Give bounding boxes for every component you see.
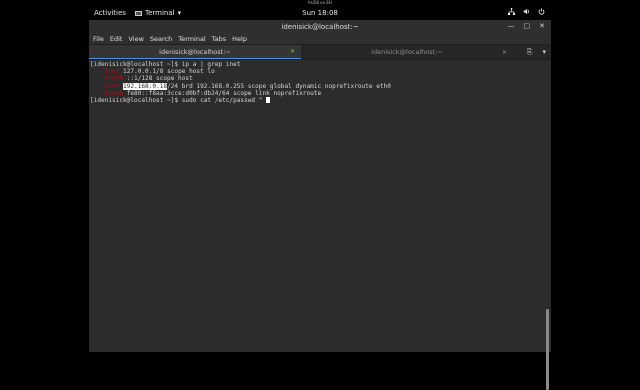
power-icon <box>538 8 545 17</box>
activities-button[interactable]: Activities <box>94 9 126 17</box>
keyword-inet6: inet6 <box>104 75 124 83</box>
terminal-window: idenisick@localhost:~ — ▢ ✕ File Edit Vi… <box>89 20 551 390</box>
tab-bar: idenisick@localhost:~ ✕ idenisick@localh… <box>89 44 551 60</box>
menu-terminal[interactable]: Terminal <box>178 35 205 43</box>
minimize-button[interactable]: — <box>508 22 515 30</box>
menu-search[interactable]: Search <box>150 35 172 43</box>
chevron-down-icon: ▾ <box>177 9 182 17</box>
network-icon <box>508 8 515 17</box>
tab-menu-chevron-icon[interactable]: ▾ <box>542 48 546 56</box>
maximize-button[interactable]: ▢ <box>524 22 531 30</box>
command: ip a | grep inet <box>178 61 241 68</box>
keyword-inet6: inet6 <box>104 89 124 97</box>
output-text: ::1/128 scope host <box>123 75 193 83</box>
menu-tabs[interactable]: Tabs <box>212 35 226 43</box>
terminal-line: inet6 ::1/128 scope host <box>90 75 551 82</box>
terminal-line: [idenisick@localhost ~]$ ip a | grep ine… <box>90 61 551 68</box>
command: sudo cat /etc/passwd " <box>178 97 267 105</box>
tab-2[interactable]: idenisick@localhost:~ ✕ <box>301 45 513 59</box>
app-menu-label: Terminal <box>145 9 175 17</box>
tab-label: idenisick@localhost:~ <box>159 47 231 56</box>
scrollbar[interactable] <box>546 309 549 390</box>
volume-icon <box>523 8 530 17</box>
text-cursor <box>266 97 271 104</box>
terminal-output[interactable]: [idenisick@localhost ~]$ ip a | grep ine… <box>89 60 551 390</box>
output-text: fe80::f8aa:3cce:d0bf:db24/64 scope link … <box>123 89 322 97</box>
tab-close-icon[interactable]: ✕ <box>290 48 295 55</box>
keyword-inet: inet <box>104 82 120 90</box>
clock[interactable]: Sun 18:08 <box>302 9 338 17</box>
menu-view[interactable]: View <box>128 35 143 43</box>
tab-label: idenisick@localhost:~ <box>371 48 443 56</box>
window-titlebar[interactable]: idenisick@localhost:~ — ▢ ✕ <box>89 20 551 33</box>
output-text: 127.0.0.1/8 scope host lo <box>119 68 215 76</box>
output-text: /24 brd 192.168.0.255 scope global dynam… <box>167 82 391 90</box>
tab-close-icon[interactable]: ✕ <box>502 49 507 56</box>
terminal-line: inet6 fe80::f8aa:3cce:d0bf:db24/64 scope… <box>90 90 551 97</box>
selected-ip-address[interactable]: 192.168.0.18 <box>123 82 168 90</box>
terminal-line: inet 192.168.0.18/24 brd 192.168.0.255 s… <box>90 82 551 90</box>
menu-help[interactable]: Help <box>232 35 247 43</box>
prompt: [idenisick@localhost ~]$ <box>90 97 179 105</box>
new-tab-icon[interactable]: ⎘ <box>527 48 533 57</box>
terminal-line: inet 127.0.0.1/8 scope host lo <box>90 68 551 75</box>
terminal-icon <box>135 10 142 16</box>
prompt: [idenisick@localhost ~]$ <box>90 61 179 68</box>
close-button[interactable]: ✕ <box>539 22 545 30</box>
terminal-line: [idenisick@localhost ~]$ sudo cat /etc/p… <box>90 97 551 104</box>
menu-edit[interactable]: Edit <box>110 35 123 43</box>
tab-1[interactable]: idenisick@localhost:~ ✕ <box>89 45 301 59</box>
system-status-menu[interactable] <box>508 8 545 17</box>
window-title: idenisick@localhost:~ <box>281 22 359 31</box>
keyword-inet: inet <box>104 68 120 76</box>
menu-file[interactable]: File <box>93 35 104 43</box>
app-menu-terminal[interactable]: Terminal ▾ <box>135 9 181 17</box>
menubar: File Edit View Search Terminal Tabs Help <box>89 33 551 44</box>
gnome-top-bar: Activities Terminal ▾ Sun 18:08 <box>89 6 551 20</box>
